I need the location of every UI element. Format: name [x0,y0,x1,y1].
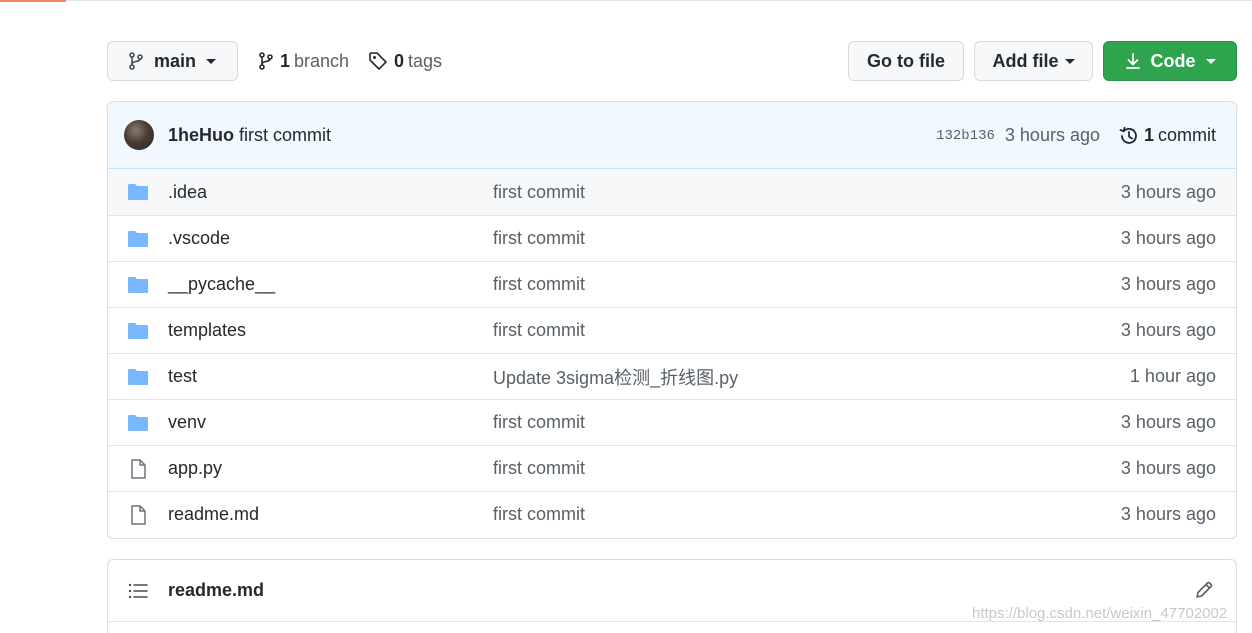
file-name[interactable]: venv [168,412,206,433]
commit-author[interactable]: 1heHuo [168,125,234,146]
tag-label: tags [408,50,443,71]
pencil-icon[interactable] [1194,580,1214,600]
tag-count: 0 [394,50,405,71]
file-row: test Update 3sigma检测_折线图.py 1 hour ago [108,353,1236,399]
file-name[interactable]: __pycache__ [168,274,275,295]
avatar[interactable] [124,120,154,150]
active-tab-underline [0,0,66,2]
file-commit-message[interactable]: Update 3sigma检测_折线图.py [493,364,738,390]
file-commit-message[interactable]: first commit [493,320,585,341]
file-row: __pycache__ first commit 3 hours ago [108,261,1236,307]
list-icon[interactable] [128,582,148,600]
add-file-label: Add file [992,50,1059,71]
commit-count-label: commit [1158,125,1216,145]
branch-name: main [154,50,197,71]
folder-icon [128,184,148,200]
file-age: 3 hours ago [1120,458,1216,478]
folder-icon [128,277,148,293]
tag-icon [369,52,387,70]
file-name[interactable]: app.py [168,458,222,479]
branches-link[interactable]: 1 branch [258,41,349,81]
chevron-down-icon [206,58,217,64]
file-name[interactable]: test [168,366,197,387]
file-browser: 1heHuo first commit 132b136 3 hours ago … [107,101,1237,539]
file-commit-message[interactable]: first commit [493,504,585,525]
file-age: 3 hours ago [1120,320,1216,340]
file-icon [131,505,146,525]
file-name[interactable]: .idea [168,182,207,203]
file-commit-message[interactable]: first commit [493,412,585,433]
commit-time: 3 hours ago [1004,125,1100,145]
folder-icon [128,323,148,339]
add-file-button[interactable]: Add file [974,41,1093,81]
chevron-down-icon [1205,58,1216,64]
file-name[interactable]: readme.md [168,504,259,525]
git-branch-icon [259,52,273,70]
file-age: 3 hours ago [1120,181,1216,202]
readme-title[interactable]: readme.md [168,580,264,601]
go-to-file-button[interactable]: Go to file [848,41,964,81]
chevron-down-icon [1064,58,1075,64]
code-button[interactable]: Code [1103,41,1237,81]
file-commit-message[interactable]: first commit [493,228,585,249]
file-age: 3 hours ago [1120,228,1216,248]
commit-sha[interactable]: 132b136 [936,128,995,144]
commit-history-link[interactable]: 1 commit [1118,125,1216,147]
folder-icon [128,415,148,431]
file-age: 3 hours ago [1120,504,1216,524]
code-label: Code [1150,50,1196,71]
commit-message[interactable]: first commit [239,125,331,146]
tags-link[interactable]: 0 tags [368,41,442,81]
file-age: 3 hours ago [1120,412,1216,432]
file-commit-message[interactable]: first commit [493,274,585,295]
branch-select-button[interactable]: main [107,41,238,81]
file-row: venv first commit 3 hours ago [108,399,1236,445]
branch-count: 1 [280,50,291,71]
file-row: readme.md first commit 3 hours ago [108,491,1236,537]
download-icon [1125,53,1140,69]
watermark-text: https://blog.csdn.net/weixin_47702002 [972,605,1228,622]
file-icon [131,459,146,479]
file-name[interactable]: .vscode [168,228,230,249]
git-branch-icon [129,52,143,70]
latest-commit-bar: 1heHuo first commit 132b136 3 hours ago … [108,102,1236,169]
file-row: app.py first commit 3 hours ago [108,445,1236,491]
file-age: 3 hours ago [1120,274,1216,294]
top-border [0,0,1252,1]
folder-icon [128,369,148,385]
file-commit-message[interactable]: first commit [493,182,585,203]
file-list: .idea first commit 3 hours ago .vscode f… [108,169,1236,537]
file-row: templates first commit 3 hours ago [108,307,1236,353]
file-age: 1 hour ago [1129,366,1216,386]
folder-icon [128,231,148,247]
file-row: .idea first commit 3 hours ago [108,169,1236,215]
commit-meta: 132b136 3 hours ago 1 commit [936,102,1216,169]
branch-label: branch [294,50,350,71]
file-row: .vscode first commit 3 hours ago [108,215,1236,261]
repo-toolbar: main 1 branch 0 tags Go to file Add file… [107,41,1237,81]
go-to-file-label: Go to file [867,50,945,71]
commit-count: 1 [1143,125,1154,145]
file-commit-message[interactable]: first commit [493,458,585,479]
file-name[interactable]: templates [168,320,246,341]
history-icon [1119,126,1137,144]
